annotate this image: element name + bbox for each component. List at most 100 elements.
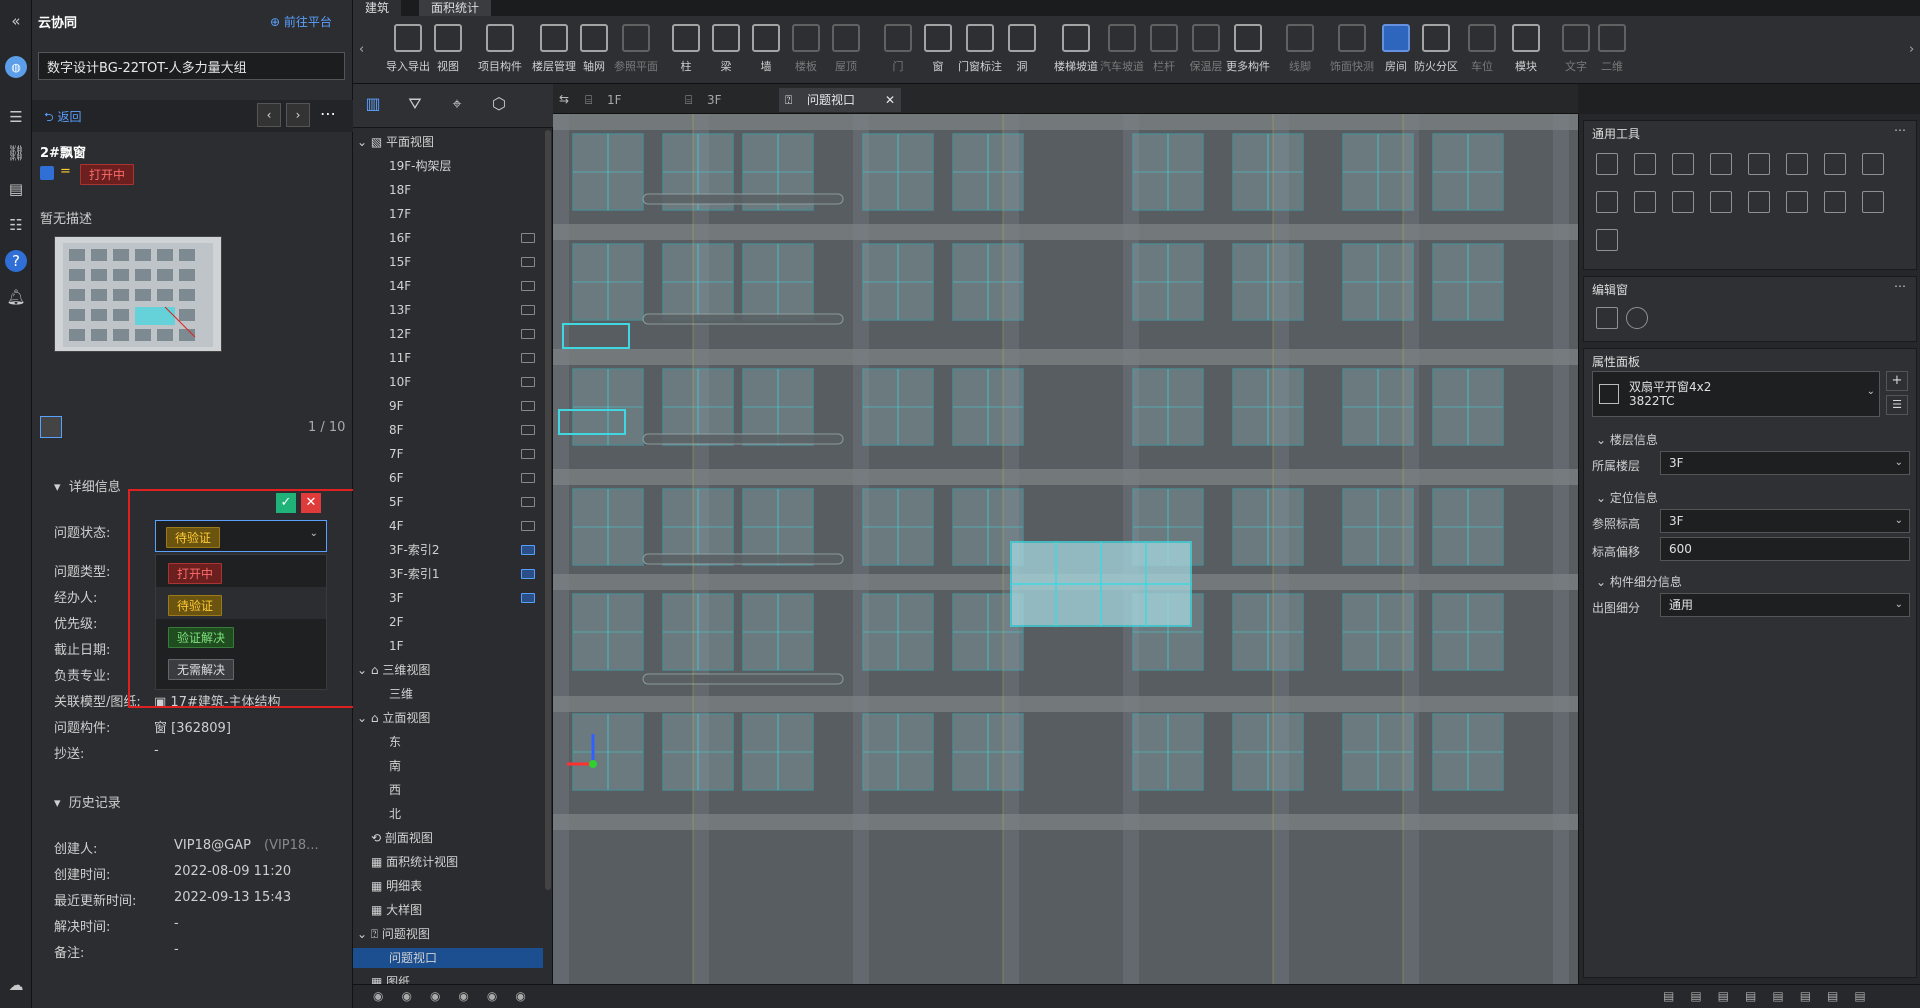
view-icon[interactable] [521,401,535,411]
tree-item[interactable]: ▦ 面积统计视图 [371,852,543,872]
tree-item[interactable]: 北 [389,804,543,824]
issue-icon[interactable]: ? [5,250,27,272]
tree-item[interactable]: 7F [389,444,543,464]
expand-icon[interactable]: ▦ [371,879,386,893]
tree-item[interactable]: 2F [389,612,543,632]
toolbar-button[interactable]: 窗 [915,24,961,80]
tree-item[interactable]: 1F [389,636,543,656]
edit-tool-icon[interactable] [1824,191,1846,213]
list-icon[interactable]: ☰ [5,106,27,128]
option-no-need[interactable]: 无需解决 [168,659,235,680]
issue-thumbnail[interactable] [54,236,222,352]
bell-icon[interactable]: 🔔︎ [5,286,27,308]
tree-item[interactable]: 18F [389,180,543,200]
detail-info-header[interactable]: ⌄ 构件细分信息 [1596,573,1682,590]
view-icon[interactable] [521,353,535,363]
details-header[interactable]: ▾ 详细信息 [54,476,121,495]
view-icon[interactable] [521,305,535,315]
expand-icon[interactable]: ⌄ ⌂ [357,663,382,677]
edit-tool-icon[interactable] [1710,191,1732,213]
scroll-right-icon[interactable]: › [1909,42,1914,57]
edit-tool-icon[interactable] [1786,153,1808,175]
tree-item[interactable]: 3F-索引1 [389,564,543,584]
tree-item[interactable]: 13F [389,300,543,320]
view-icon[interactable] [521,497,535,507]
tree-item[interactable]: 14F [389,276,543,296]
expand-icon[interactable]: ⌄ ⍰ [357,927,382,941]
toolbar-button[interactable]: 视图 [425,24,471,80]
edit-tool-icon[interactable] [1596,191,1618,213]
tree-item[interactable]: 17F [389,204,543,224]
edit-tool-icon[interactable] [1748,153,1770,175]
tree-plan-header[interactable]: ⌄ ▧ 平面视图 [357,132,543,152]
toolbar-button[interactable]: 防火分区 [1413,24,1459,80]
view-tab-1f[interactable]: ⌸ 1F [579,88,677,112]
scroll-left-icon[interactable]: ‹ [359,42,364,57]
more-button[interactable]: ⋯ [320,104,336,123]
tree-item[interactable]: ▦ 明细表 [371,876,543,896]
edit-tool-icon[interactable] [1824,153,1846,175]
status-option[interactable]: 打开中 [156,555,326,587]
next-button[interactable]: › [286,103,310,127]
tab-area-stats[interactable]: 面积统计 [419,0,492,16]
avatar[interactable]: ◍ [5,56,27,78]
status-option[interactable]: 无需解决 [156,651,326,683]
more-icon[interactable]: ⋯ [1894,279,1906,293]
tab-menu-icon[interactable]: ⇆ [559,92,569,106]
tree-item[interactable]: 3F-索引2 [389,540,543,560]
display-controls-icon[interactable]: ▤▤▤▤▤▤▤▤ [1663,989,1882,1003]
type-selector[interactable]: 双扇平开窗4x2 3822TC ⌄ [1592,371,1880,417]
confirm-button[interactable]: ✓ [276,493,296,513]
project-name-field[interactable]: 数字设计BG-22TOT-人多力量大组 [38,52,345,80]
back-label[interactable]: 返回 [57,110,81,124]
view-icon[interactable] [521,545,535,555]
prev-button[interactable]: ‹ [257,103,281,127]
collapse-icon[interactable]: « [5,10,27,32]
toolbar-button[interactable]: 线脚 [1277,24,1323,80]
tree-item[interactable]: ⟲ 剖面视图 [371,828,543,848]
offset-input[interactable]: 600 [1660,537,1910,561]
view-icon[interactable] [521,449,535,459]
toolbar-button[interactable]: 二维 [1589,24,1635,80]
expand-icon[interactable]: ⌄ ⌂ [357,711,382,725]
toolbar-button[interactable]: 洞 [999,24,1045,80]
expand-icon[interactable]: ▦ [371,903,386,917]
tree-item[interactable]: 东 [389,732,543,752]
tree-elev-header[interactable]: ⌄ ⌂ 立面视图 [357,708,543,728]
toolbar-button[interactable]: 栏杆 [1141,24,1187,80]
tab-building[interactable]: 建筑 [353,0,402,16]
toolbar-button[interactable]: 项目构件 [477,24,523,80]
edit-type-button[interactable]: ☰ [1886,395,1908,415]
platform-link[interactable]: ⊕ 前往平台 [270,13,332,30]
edit-tool-icon[interactable] [1710,153,1732,175]
platform-link-label[interactable]: 前往平台 [284,15,332,29]
toolbar-button[interactable]: 饰面快测 [1329,24,1375,80]
floor-info-header[interactable]: ⌄ 楼层信息 [1596,431,1658,448]
tree-item[interactable]: ▦ 大样图 [371,900,543,920]
toolbar-button[interactable]: 参照平面 [613,24,659,80]
view-icon[interactable] [521,473,535,483]
tree-item[interactable]: 12F [389,324,543,344]
status-option[interactable]: 待验证 [156,587,326,619]
view-icon[interactable] [521,257,535,267]
toolbar-button[interactable]: 车位 [1459,24,1505,80]
option-open[interactable]: 打开中 [168,563,223,584]
history-header[interactable]: ▾ 历史记录 [54,792,121,811]
edit-tool-icon[interactable] [1862,153,1884,175]
building-model[interactable] [553,114,1578,984]
ref-select[interactable]: 3F ⌄ [1660,509,1910,533]
view-icon[interactable] [521,233,535,243]
view-icon[interactable] [521,521,535,531]
edit-tool-icon[interactable] [1748,191,1770,213]
tree-item[interactable]: 南 [389,756,543,776]
expand-icon[interactable]: ⟲ [371,831,385,845]
edit-tool-icon[interactable] [1634,153,1656,175]
filter-icon[interactable]: ⛛ [403,94,427,118]
filter-icon[interactable] [1596,307,1618,329]
view-tab-issue[interactable]: ⍰ 问题视口 ✕ [779,88,901,112]
tree-scrollbar[interactable] [545,130,551,890]
toolbar-button[interactable]: 更多构件 [1225,24,1271,80]
expand-icon[interactable]: ⌄ ▧ [357,135,386,149]
tree-item[interactable]: 16F [389,228,543,248]
view-icon[interactable] [521,569,535,579]
